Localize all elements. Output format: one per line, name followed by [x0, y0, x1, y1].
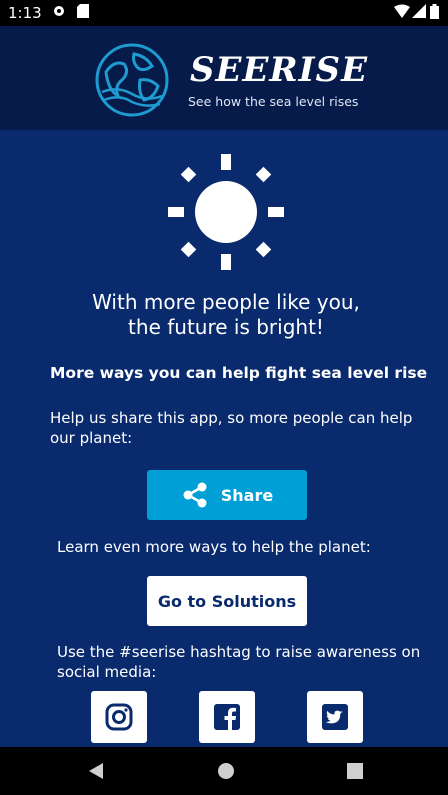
share-description: Help us share this app, so more people c…: [50, 409, 413, 447]
brand-name: SEERISE: [190, 50, 369, 90]
twitter-icon: [322, 704, 348, 730]
battery-icon: [430, 4, 439, 23]
go-to-solutions-button[interactable]: Go to Solutions: [147, 576, 307, 626]
instagram-icon: [105, 703, 133, 731]
twitter-button[interactable]: [307, 691, 363, 743]
hashtag-description: Use the #seerise hashtag to raise awaren…: [57, 643, 421, 681]
system-navigation-bar: [0, 747, 448, 795]
facebook-icon: [214, 704, 240, 730]
instagram-button[interactable]: [91, 691, 147, 743]
learn-description: Learn even more ways to help the planet:: [57, 538, 371, 556]
share-button-label: Share: [220, 485, 274, 505]
brand-tagline: See how the sea level rises: [188, 94, 359, 109]
settings-icon: [52, 4, 66, 22]
status-time: 1:13: [8, 4, 42, 22]
wifi-icon: [394, 4, 410, 22]
headline-line-1: With more people like you,: [92, 290, 360, 314]
headline-line-2: the future is bright!: [128, 315, 324, 339]
section-heading: More ways you can help fight sea level r…: [50, 364, 428, 382]
sun-icon: [168, 154, 284, 270]
share-icon: [183, 482, 207, 508]
status-bar: 1:13: [0, 0, 448, 26]
share-button[interactable]: Share: [147, 470, 307, 520]
sd-card-icon: [77, 4, 89, 22]
app-header: SEERISE See how the sea level rises: [0, 26, 448, 130]
signal-icon: [412, 4, 426, 22]
back-icon[interactable]: [87, 761, 105, 785]
home-icon[interactable]: [217, 761, 235, 785]
facebook-button[interactable]: [199, 691, 255, 743]
globe-logo-icon: [95, 43, 169, 117]
recents-icon[interactable]: [346, 761, 364, 785]
headline: With more people like you, the future is…: [0, 290, 448, 340]
